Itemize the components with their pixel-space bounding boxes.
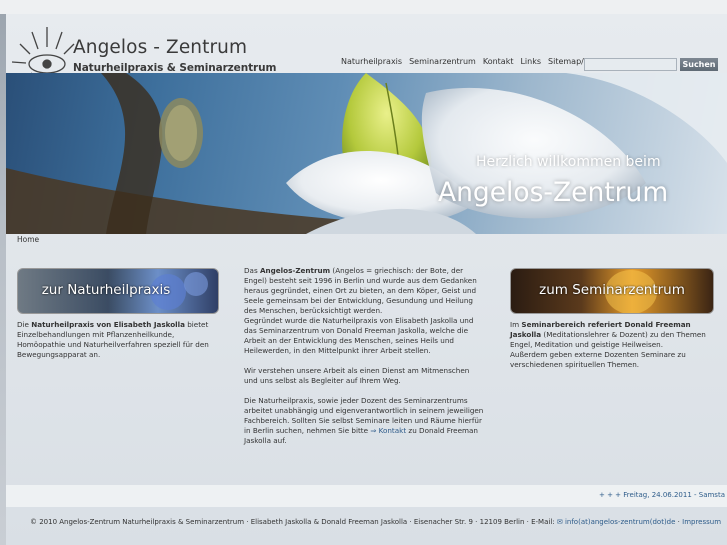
date-ticker[interactable]: + + + Freitag, 24.06.2011 - Samsta	[599, 491, 725, 499]
naturheilpraxis-banner-label: zur Naturheilpraxis	[41, 282, 171, 298]
naturheilpraxis-intro: Die Naturheilpraxis von Elisabeth Jaskol…	[17, 320, 222, 370]
top-band	[0, 0, 727, 14]
footer-copyright: © 2010 Angelos-Zentrum Naturheilpraxis &…	[30, 518, 557, 526]
footer-email-link[interactable]: info(at)angelos-zentrum(dot)de	[565, 518, 675, 526]
kontakt-link[interactable]: ⇒ Kontakt	[370, 426, 406, 435]
nav-item-links[interactable]: Links	[520, 57, 541, 66]
seminar-intro: Im Seminarbereich referiert Donald Freem…	[510, 320, 720, 380]
about-prefix: Das	[244, 266, 260, 275]
hero-title: Angelos-Zentrum	[438, 177, 669, 208]
about-bold: Angelos-Zentrum	[259, 266, 331, 275]
about-text: Das Angelos-Zentrum (Angelos = griechisc…	[244, 266, 484, 456]
intro-prefix: Die	[17, 320, 32, 329]
kontakt-link-label: Kontakt	[378, 426, 407, 435]
main-nav: Naturheilpraxis Seminarzentrum Kontakt L…	[341, 57, 609, 66]
naturheilpraxis-banner[interactable]: zur Naturheilpraxis	[17, 268, 219, 314]
hero-banner: Herzlich willkommen beim Angelos-Zentrum	[6, 73, 727, 234]
logo-title: Angelos - Zentrum	[73, 37, 248, 58]
seminar-prefix: Im	[510, 320, 522, 329]
nav-item-seminarzentrum[interactable]: Seminarzentrum	[409, 57, 476, 66]
email-icon: ✉	[556, 518, 565, 526]
seminarzentrum-banner[interactable]: zum Seminarzentrum	[510, 268, 714, 314]
about-p1b: Gegründet wurde die Naturheilpraxis von …	[244, 316, 474, 355]
footer: © 2010 Angelos-Zentrum Naturheilpraxis &…	[30, 518, 721, 526]
search-button[interactable]: Suchen	[680, 58, 718, 71]
nav-item-kontakt[interactable]: Kontakt	[483, 57, 514, 66]
impressum-link[interactable]: Impressum	[682, 518, 721, 526]
breadcrumb[interactable]: Home	[17, 235, 39, 244]
search-input[interactable]	[584, 58, 677, 71]
intro-bold: Naturheilpraxis von Elisabeth Jaskolla	[31, 320, 185, 329]
hero-welcome: Herzlich willkommen beim	[476, 154, 661, 170]
nav-item-naturheilpraxis[interactable]: Naturheilpraxis	[341, 57, 402, 66]
seminarzentrum-banner-label: zum Seminarzentrum	[539, 282, 685, 298]
seminar-text2: Außerdem geben externe Dozenten Seminare…	[510, 350, 686, 369]
about-p2: Wir verstehen unsere Arbeit als einen Di…	[244, 366, 470, 385]
